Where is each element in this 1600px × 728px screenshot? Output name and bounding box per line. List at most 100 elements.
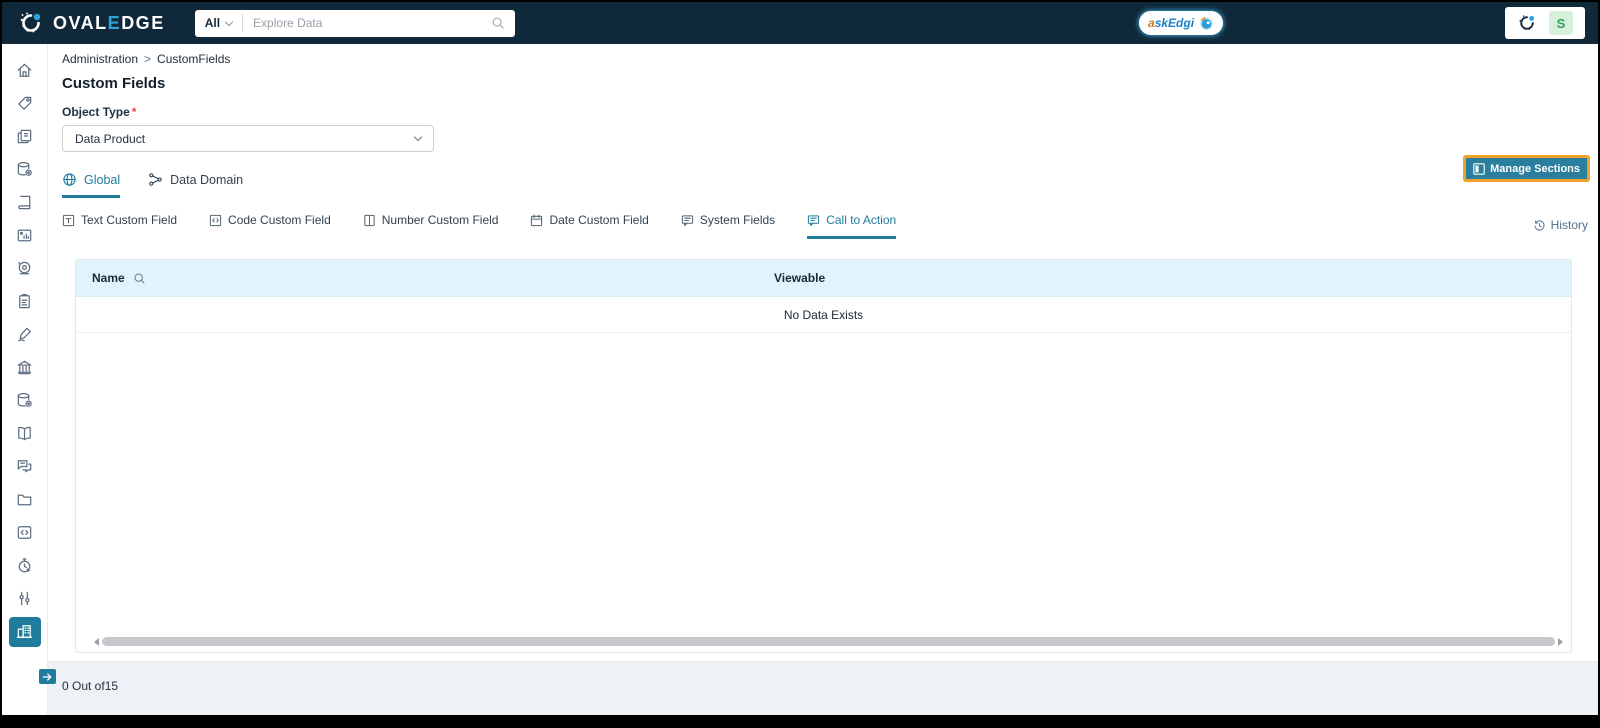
sidebar-item-data-quality[interactable] <box>2 384 47 417</box>
chat-icon <box>17 460 32 473</box>
tab-date-custom-field[interactable]: Date Custom Field <box>530 213 649 239</box>
sidebar-item-business-glossary[interactable] <box>2 351 47 384</box>
manage-sections-button[interactable]: Manage Sections <box>1466 158 1587 179</box>
sidebar-item-tools[interactable] <box>2 582 47 615</box>
table-panel: Name Viewable No Data Exists <box>75 259 1572 653</box>
tab-call-to-action[interactable]: Call to Action <box>807 213 897 239</box>
sidebar-item-discovery[interactable] <box>2 252 47 285</box>
number-custom-field-icon <box>364 214 375 226</box>
sidebar-item-jobs[interactable] <box>2 549 47 582</box>
buildings-icon <box>16 625 33 638</box>
call-to-action-icon <box>808 214 820 226</box>
profile-box: S <box>1505 7 1585 39</box>
column-search-icon[interactable] <box>133 272 146 285</box>
search-icon[interactable] <box>491 16 505 30</box>
camera-icon <box>18 261 31 275</box>
sidebar <box>2 44 48 715</box>
column-header-name: Name <box>92 271 146 285</box>
record-count: 0 Out of15 <box>62 679 119 693</box>
database-settings-icon <box>17 393 32 407</box>
page-title: Custom Fields <box>62 75 166 92</box>
tab-number-custom-field[interactable]: Number Custom Field <box>363 213 498 239</box>
ovaledge-logo-icon <box>20 12 41 33</box>
sidebar-item-tags[interactable] <box>2 87 47 120</box>
sections-layout-icon <box>1473 162 1485 175</box>
horizontal-scrollbar[interactable] <box>94 636 1563 647</box>
clipboard-icon <box>19 294 30 309</box>
topbar: OVALEDGE All askEdgi <box>2 2 1598 44</box>
report-image-icon <box>17 229 32 242</box>
code-file-icon <box>17 526 32 539</box>
scroll-right-arrow-icon[interactable] <box>1558 637 1563 646</box>
breadcrumb-separator: > <box>144 52 152 66</box>
chevron-down-icon <box>224 17 234 26</box>
globe-icon <box>63 173 76 186</box>
sidebar-item-governance[interactable] <box>2 285 47 318</box>
app-window: OVALEDGE All askEdgi <box>2 2 1598 715</box>
body-row: Administration > CustomFields Custom Fie… <box>2 44 1598 715</box>
system-fields-icon <box>681 214 693 226</box>
sidebar-item-queries[interactable] <box>2 516 47 549</box>
tab-global[interactable]: Global <box>62 172 121 198</box>
tools-icon <box>19 591 30 606</box>
bank-icon <box>17 360 32 375</box>
search-divider <box>242 14 244 32</box>
tab-code-custom-field[interactable]: Code Custom Field <box>209 213 331 239</box>
scope-tabs: Global Data Domain <box>62 172 243 198</box>
avatar[interactable]: S <box>1549 11 1573 35</box>
tab-data-domain[interactable]: Data Domain <box>148 172 243 198</box>
footer-bar: 0 Out of15 <box>48 661 1598 715</box>
data-domain-icon <box>149 173 162 186</box>
tag-icon <box>18 96 32 110</box>
date-custom-field-icon <box>531 214 543 226</box>
breadcrumb-customfields: CustomFields <box>157 52 231 66</box>
signature-icon <box>18 327 31 342</box>
main-content: Administration > CustomFields Custom Fie… <box>48 44 1598 715</box>
sidebar-selected-highlight <box>8 616 41 647</box>
global-search-bar: All <box>194 9 515 37</box>
object-type-value: Data Product <box>75 131 146 146</box>
code-custom-field-icon <box>209 214 222 226</box>
search-input[interactable] <box>253 16 491 30</box>
chevron-down-icon <box>413 132 423 142</box>
sidebar-item-administration[interactable] <box>2 615 47 648</box>
sidebar-item-data-sources[interactable] <box>2 153 47 186</box>
history-link[interactable]: History <box>1533 218 1588 232</box>
sidebar-item-projects[interactable] <box>2 186 47 219</box>
sidebar-item-home[interactable] <box>2 54 47 87</box>
askedgi-label-first: a <box>1148 16 1155 30</box>
breadcrumb: Administration > CustomFields <box>62 52 230 66</box>
sidebar-item-literacy[interactable] <box>2 417 47 450</box>
required-marker: * <box>131 105 137 119</box>
manage-sections-highlight: Manage Sections <box>1463 155 1590 182</box>
sidebar-item-certification[interactable] <box>2 318 47 351</box>
sidebar-item-data-catalog[interactable] <box>2 120 47 153</box>
empty-row: No Data Exists <box>76 297 1571 333</box>
history-icon <box>1534 219 1545 230</box>
empty-message: No Data Exists <box>783 307 864 322</box>
custom-field-tabs: Text Custom Field Code Custom Field Numb… <box>62 213 897 239</box>
notebook-icon <box>18 195 31 210</box>
brand-name: OVALEDGE <box>53 12 165 33</box>
ovaledge-mark-icon[interactable] <box>1517 13 1537 33</box>
sidebar-item-files[interactable] <box>2 483 47 516</box>
home-icon <box>17 63 32 77</box>
text-custom-field-icon <box>62 214 75 226</box>
scrollbar-thumb[interactable] <box>102 637 1555 646</box>
sidebar-item-collaboration[interactable] <box>2 450 47 483</box>
screenshot-frame: OVALEDGE All askEdgi <box>0 0 1600 728</box>
search-scope-dropdown[interactable]: All <box>204 16 234 30</box>
brand-logo[interactable]: OVALEDGE <box>18 10 165 36</box>
sidebar-item-reports[interactable] <box>2 219 47 252</box>
tab-text-custom-field[interactable]: Text Custom Field <box>62 213 177 239</box>
askedgi-button[interactable]: askEdgi <box>1139 11 1224 35</box>
askedgi-label-rest: skEdgi <box>1154 16 1195 30</box>
sidebar-expand-button[interactable] <box>39 669 56 684</box>
search-scope-value: All <box>204 16 221 30</box>
scroll-left-arrow-icon[interactable] <box>94 637 99 646</box>
object-type-select[interactable]: Data Product <box>62 125 434 152</box>
tab-system-fields[interactable]: System Fields <box>681 213 775 239</box>
breadcrumb-administration[interactable]: Administration <box>62 52 138 66</box>
database-settings-icon <box>17 162 32 176</box>
table-header: Name Viewable <box>76 260 1571 297</box>
